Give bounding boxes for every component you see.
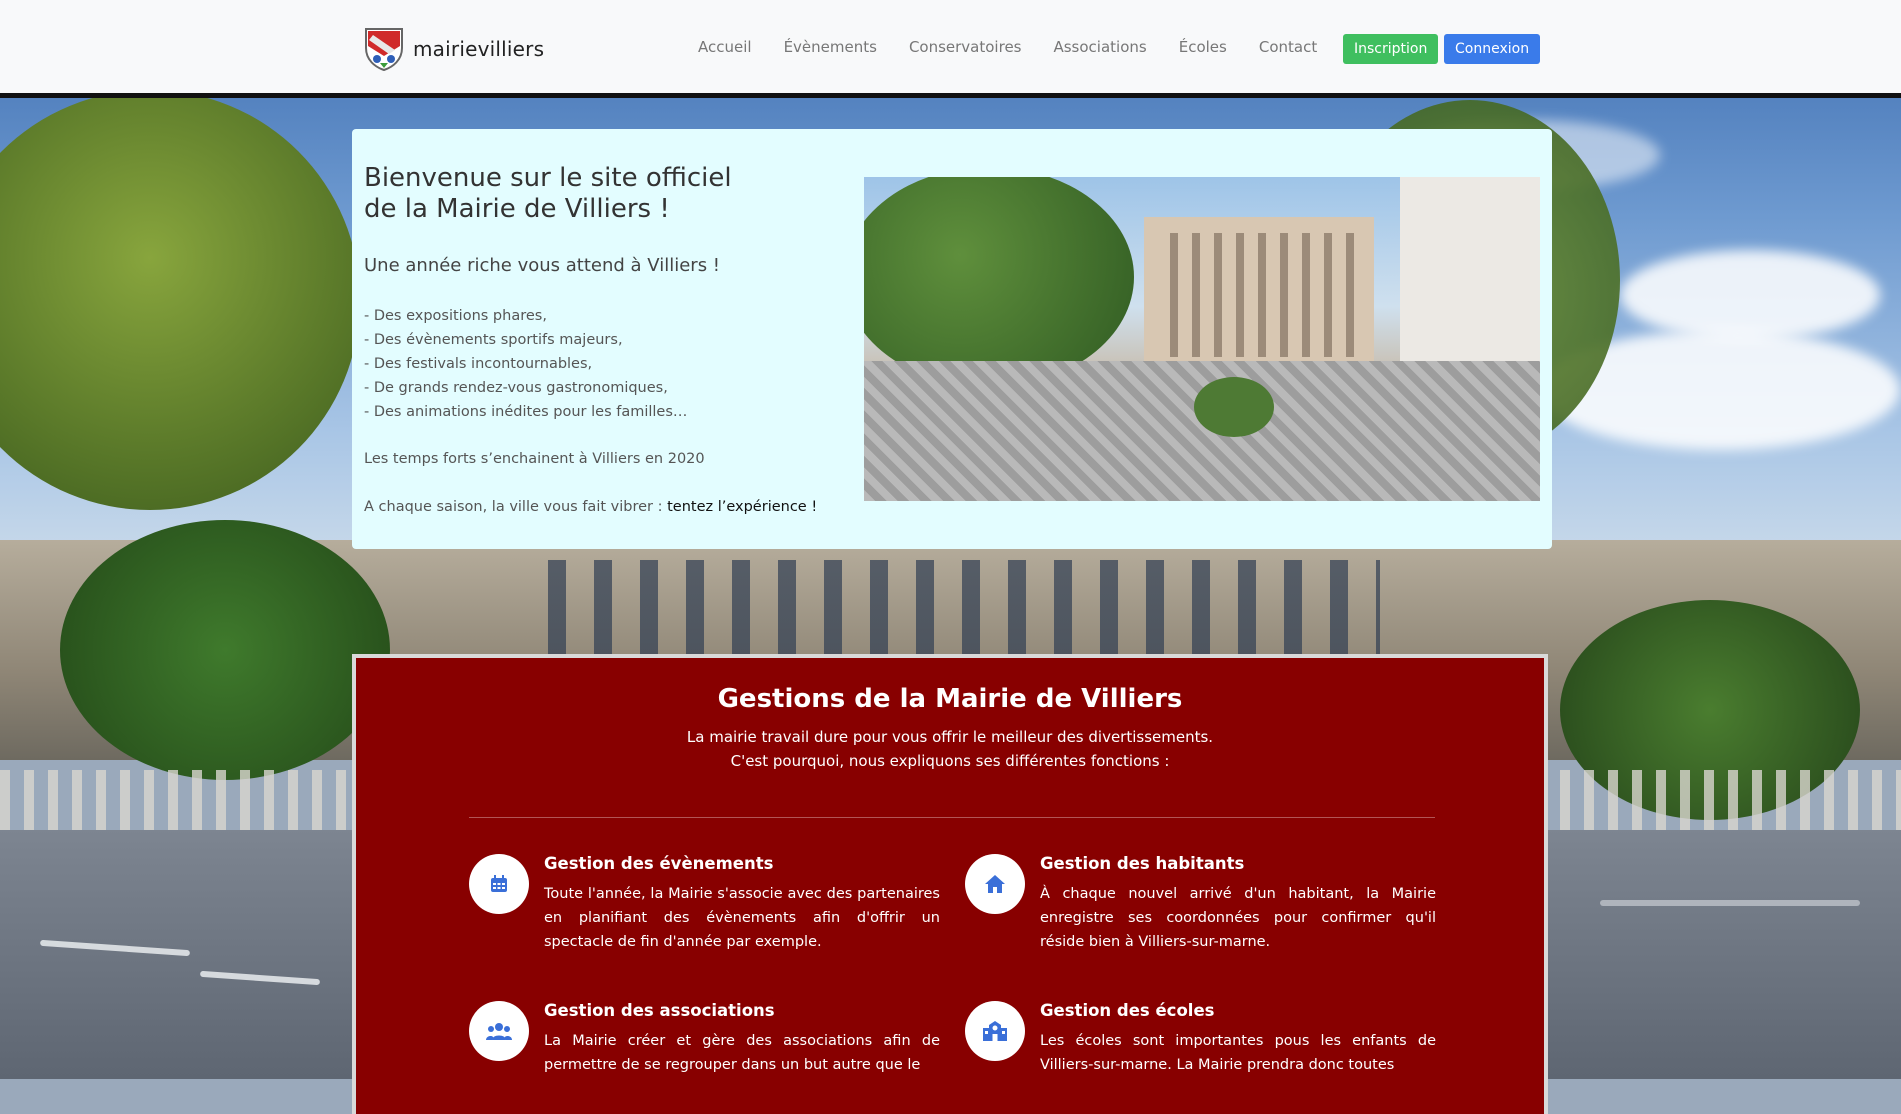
brand[interactable]: mairievilliers: [363, 26, 544, 72]
feature-icon-badge: [965, 854, 1025, 914]
list-item: - De grands rendez-vous gastronomiques,: [364, 380, 668, 396]
section-divider: [469, 817, 1435, 818]
nav-evenements[interactable]: Évènements: [784, 38, 877, 56]
feature-text: Les écoles sont importantes pous les enf…: [1040, 1033, 1436, 1073]
feature-title: Gestion des écoles: [1040, 1001, 1215, 1020]
list-item: - Des expositions phares,: [364, 308, 547, 324]
school-icon: [983, 1021, 1007, 1041]
list-item: - Des animations inédites pour les famil…: [364, 404, 688, 420]
town-square-photo: [864, 177, 1540, 501]
nav-ecoles[interactable]: Écoles: [1179, 38, 1227, 56]
nav-accueil[interactable]: Accueil: [698, 38, 752, 56]
gestions-subtitle-line2: C'est pourquoi, nous expliquons ses diff…: [730, 752, 1170, 770]
feature-title: Gestion des associations: [544, 1001, 775, 1020]
welcome-title-line2: de la Mairie de Villiers !: [364, 194, 670, 224]
feature-text: Toute l'année, la Mairie s'associe avec …: [544, 886, 940, 950]
calendar-icon: [491, 875, 507, 892]
main-nav: Accueil Évènements Conservatoires Associ…: [698, 38, 1349, 56]
feature-icon-badge: [469, 1001, 529, 1061]
feature-title: Gestion des habitants: [1040, 854, 1245, 873]
feature-title: Gestion des évènements: [544, 854, 774, 873]
feature-text: À chaque nouvel arrivé d'un habitant, la…: [1040, 886, 1436, 950]
site-header: mairievilliers Accueil Évènements Conser…: [0, 0, 1901, 98]
nav-conservatoires[interactable]: Conservatoires: [909, 38, 1022, 56]
experience-link[interactable]: tentez l’expérience !: [667, 499, 817, 515]
gestions-title: Gestions de la Mairie de Villiers: [717, 684, 1183, 714]
gestions-subtitle-line1: La mairie travail dure pour vous offrir …: [686, 728, 1214, 746]
list-item: - Des festivals incontournables,: [364, 356, 593, 372]
events-list: - Des expositions phares, - Des évènemen…: [364, 304, 687, 424]
welcome-title-line1: Bienvenue sur le site officiel: [364, 163, 732, 193]
list-item: - Des évènements sportifs majeurs,: [364, 332, 623, 348]
welcome-card: Bienvenue sur le site officiel de la Mai…: [352, 129, 1552, 549]
home-icon: [985, 875, 1005, 893]
brand-name: mairievilliers: [413, 37, 545, 61]
welcome-lead: Une année riche vous attend à Villiers !: [364, 255, 721, 276]
city-crest-logo: [365, 28, 403, 72]
inscription-button[interactable]: Inscription: [1343, 34, 1439, 64]
gestions-subtitle: La mairie travail dure pour vous offrir …: [356, 725, 1544, 773]
saison-label: A chaque saison, la ville vous fait vibr…: [364, 499, 668, 515]
feature-icon-badge: [469, 854, 529, 914]
temps-forts-text: Les temps forts s’enchainent à Villiers …: [364, 451, 705, 467]
saison-text: A chaque saison, la ville vous fait vibr…: [364, 499, 817, 515]
connexion-button[interactable]: Connexion: [1444, 34, 1541, 64]
welcome-title: Bienvenue sur le site officiel de la Mai…: [364, 163, 784, 225]
nav-contact[interactable]: Contact: [1259, 38, 1317, 56]
gestions-section: Gestions de la Mairie de Villiers La mai…: [352, 654, 1548, 1114]
nav-associations[interactable]: Associations: [1053, 38, 1146, 56]
users-icon: [486, 1023, 512, 1040]
feature-text: La Mairie créer et gère des associations…: [544, 1033, 940, 1073]
feature-icon-badge: [965, 1001, 1025, 1061]
